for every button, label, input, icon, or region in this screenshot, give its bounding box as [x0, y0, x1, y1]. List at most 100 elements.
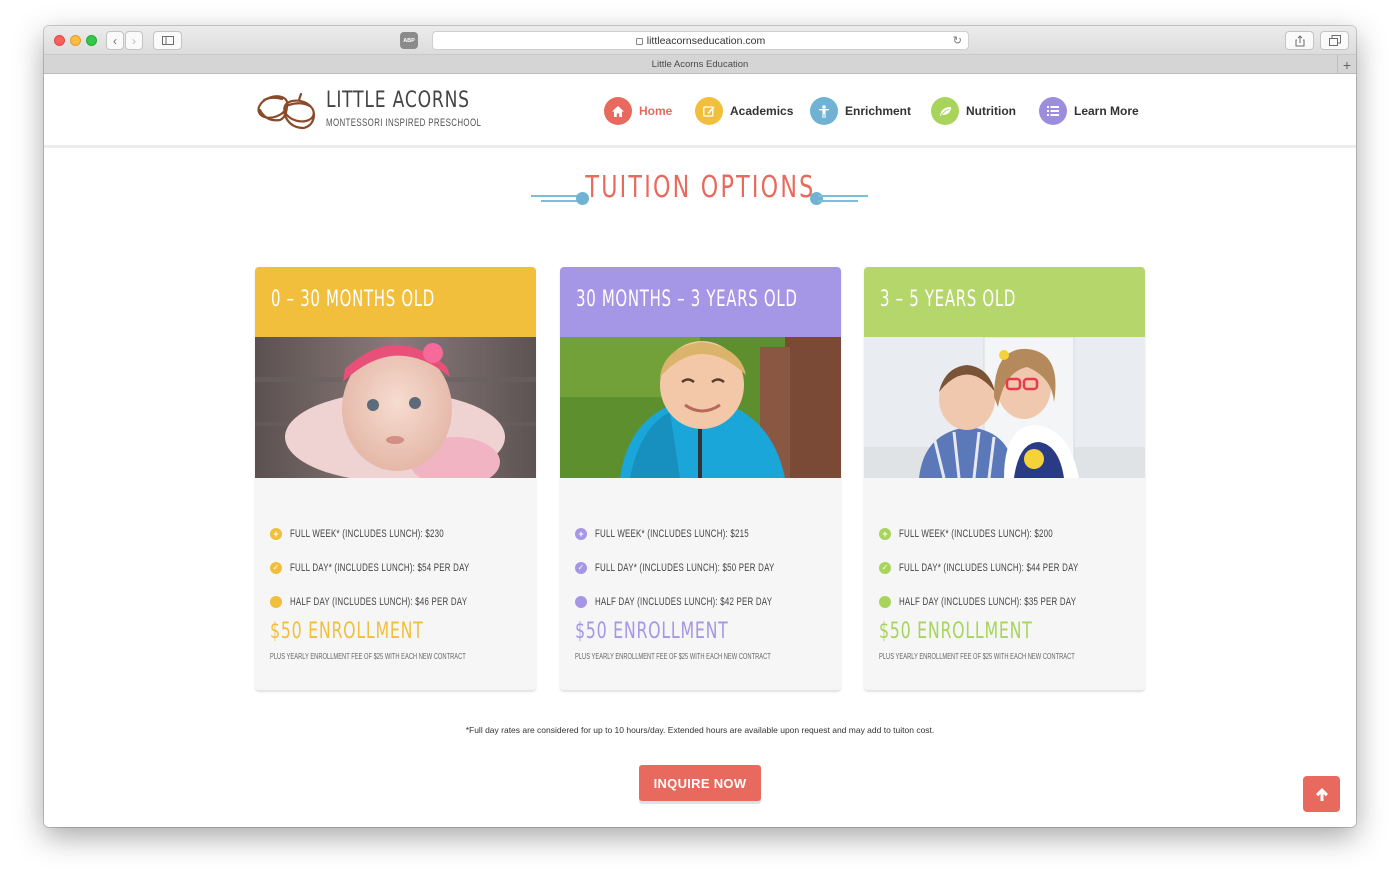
- inquire-now-button[interactable]: INQUIRE NOW: [639, 765, 761, 801]
- tabs-overview-button[interactable]: [1320, 31, 1349, 50]
- list-item: ✓ FULL DAY* (INCLUDES LUNCH): $54 PER DA…: [270, 551, 530, 585]
- tab-bar: Little Acorns Education +: [44, 55, 1356, 74]
- plus-circle-icon: +: [879, 528, 891, 540]
- price-list: + FULL WEEK* (INCLUDES LUNCH): $215 ✓ FU…: [575, 517, 835, 619]
- list-item: HALF DAY (INCLUDES LUNCH): $42 PER DAY: [575, 585, 835, 619]
- forward-button[interactable]: ›: [125, 31, 143, 50]
- share-button[interactable]: [1285, 31, 1314, 50]
- check-circle-icon: ✓: [879, 562, 891, 574]
- chevron-right-icon: ›: [132, 33, 136, 48]
- list-icon: [1039, 97, 1067, 125]
- tuition-card-toddler: 30 MONTHS – 3 YEARS OLD + FULL WEEK* (IN…: [560, 267, 841, 690]
- nav-item-home[interactable]: Home: [604, 97, 672, 125]
- acorns-logo-icon: [257, 92, 316, 130]
- toddler-photo: [560, 337, 841, 478]
- list-item: ✓ FULL DAY* (INCLUDES LUNCH): $44 PER DA…: [879, 551, 1139, 585]
- list-item: HALF DAY (INCLUDES LUNCH): $35 PER DAY: [879, 585, 1139, 619]
- nav-item-enrichment[interactable]: Enrichment: [810, 97, 911, 125]
- sidebar-icon: [161, 36, 174, 45]
- list-item: ✓ FULL DAY* (INCLUDES LUNCH): $50 PER DA…: [575, 551, 835, 585]
- tuition-options-heading: TUITION OPTIONS: [584, 170, 816, 205]
- price-full-week: FULL WEEK* (INCLUDES LUNCH): $230: [290, 528, 444, 540]
- screenshot-stage: ‹ › ABP littleacornseducation.com ↻ Litt…: [0, 0, 1400, 891]
- enrollment-note: PLUS YEARLY ENROLLMENT FEE OF $25 WITH E…: [879, 652, 1075, 661]
- section-title: TUITION OPTIONS: [44, 170, 1356, 205]
- close-window-button[interactable]: [54, 35, 65, 46]
- logo-subtitle: MONTESSORI INSPIRED PRESCHOOL: [326, 117, 482, 129]
- title-decoration-right: [810, 192, 870, 206]
- website: LITTLE ACORNS MONTESSORI INSPIRED PRESCH…: [44, 74, 1356, 827]
- plus-circle-icon: +: [270, 528, 282, 540]
- check-circle-icon: ✓: [575, 562, 587, 574]
- enrollment-price: $50 ENROLLMENT: [575, 619, 729, 644]
- lock-icon: [635, 38, 643, 45]
- card-heading: 3 – 5 YEARS OLD: [880, 287, 1017, 312]
- nav-label-learn-more: Learn More: [1074, 104, 1139, 118]
- circle-icon: [270, 596, 282, 608]
- logo-title: LITTLE ACORNS: [326, 88, 470, 113]
- new-tab-button[interactable]: +: [1337, 55, 1356, 74]
- pencil-icon: [695, 97, 723, 125]
- nav-item-academics[interactable]: Academics: [695, 97, 793, 125]
- tuition-card-preschool: 3 – 5 YEARS OLD + FULL WEEK* (INCLUDES L…: [864, 267, 1145, 690]
- card-heading: 0 – 30 MONTHS OLD: [271, 287, 436, 312]
- enrollment-note: PLUS YEARLY ENROLLMENT FEE OF $25 WITH E…: [575, 652, 771, 661]
- circle-icon: [575, 596, 587, 608]
- leaf-icon: [931, 97, 959, 125]
- price-full-week: FULL WEEK* (INCLUDES LUNCH): $200: [899, 528, 1053, 540]
- price-full-day: FULL DAY* (INCLUDES LUNCH): $44 PER DAY: [899, 562, 1079, 574]
- card-heading: 30 MONTHS – 3 YEARS OLD: [576, 287, 798, 312]
- list-item: + FULL WEEK* (INCLUDES LUNCH): $200: [879, 517, 1139, 551]
- card-header: 0 – 30 MONTHS OLD: [255, 267, 536, 337]
- check-circle-icon: ✓: [270, 562, 282, 574]
- browser-toolbar: ‹ › ABP littleacornseducation.com ↻: [44, 26, 1356, 55]
- price-full-week: FULL WEEK* (INCLUDES LUNCH): $215: [595, 528, 749, 540]
- price-half-day: HALF DAY (INCLUDES LUNCH): $35 PER DAY: [899, 596, 1077, 608]
- list-item: HALF DAY (INCLUDES LUNCH): $46 PER DAY: [270, 585, 530, 619]
- price-list: + FULL WEEK* (INCLUDES LUNCH): $200 ✓ FU…: [879, 517, 1139, 619]
- nav-label-home: Home: [639, 104, 673, 118]
- nav-label-nutrition: Nutrition: [966, 104, 1016, 118]
- infant-photo: [255, 337, 536, 478]
- list-item: + FULL WEEK* (INCLUDES LUNCH): $230: [270, 517, 530, 551]
- share-icon: [1295, 34, 1304, 46]
- back-button[interactable]: ‹: [106, 31, 124, 50]
- logo[interactable]: LITTLE ACORNS MONTESSORI INSPIRED PRESCH…: [254, 88, 481, 136]
- minimize-window-button[interactable]: [70, 35, 81, 46]
- tuition-card-infant: 0 – 30 MONTHS OLD + FULL WEEK* (INCLUDES…: [255, 267, 536, 690]
- price-full-day: FULL DAY* (INCLUDES LUNCH): $54 PER DAY: [290, 562, 470, 574]
- address-bar[interactable]: littleacornseducation.com ↻: [432, 31, 969, 50]
- nav-label-academics: Academics: [730, 104, 794, 118]
- nav-item-nutrition[interactable]: Nutrition: [931, 97, 1016, 125]
- url-text: littleacornseducation.com: [646, 34, 766, 47]
- plus-circle-icon: +: [575, 528, 587, 540]
- adblock-label: ABP: [403, 37, 415, 44]
- enrollment-note: PLUS YEARLY ENROLLMENT FEE OF $25 WITH E…: [270, 652, 466, 661]
- enrollment-price: $50 ENROLLMENT: [270, 619, 424, 644]
- children-photo: [864, 337, 1145, 478]
- nav-item-learn-more[interactable]: Learn More: [1039, 97, 1139, 125]
- adblock-extension-button[interactable]: ABP: [400, 32, 418, 49]
- tabs-icon: [1328, 35, 1341, 46]
- price-half-day: HALF DAY (INCLUDES LUNCH): $46 PER DAY: [290, 596, 468, 608]
- price-list: + FULL WEEK* (INCLUDES LUNCH): $230 ✓ FU…: [270, 517, 530, 619]
- card-header: 3 – 5 YEARS OLD: [864, 267, 1145, 337]
- person-icon: [810, 97, 838, 125]
- site-header: LITTLE ACORNS MONTESSORI INSPIRED PRESCH…: [44, 74, 1356, 148]
- nav-label-enrichment: Enrichment: [845, 104, 912, 118]
- chevron-left-icon: ‹: [113, 33, 117, 48]
- browser-window: ‹ › ABP littleacornseducation.com ↻ Litt…: [44, 26, 1356, 827]
- plus-icon: +: [1342, 56, 1352, 73]
- arrow-up-icon: [1315, 787, 1328, 801]
- list-item: + FULL WEEK* (INCLUDES LUNCH): $215: [575, 517, 835, 551]
- sidebar-toggle-button[interactable]: [153, 31, 182, 50]
- enrollment-price: $50 ENROLLMENT: [879, 619, 1033, 644]
- reload-icon[interactable]: ↻: [953, 34, 962, 47]
- scroll-to-top-button[interactable]: [1303, 776, 1340, 812]
- tuition-footnote: *Full day rates are considered for up to…: [465, 725, 935, 735]
- circle-icon: [879, 596, 891, 608]
- price-full-day: FULL DAY* (INCLUDES LUNCH): $50 PER DAY: [595, 562, 775, 574]
- card-header: 30 MONTHS – 3 YEARS OLD: [560, 267, 841, 337]
- tab-title[interactable]: Little Acorns Education: [652, 59, 749, 70]
- zoom-window-button[interactable]: [86, 35, 97, 46]
